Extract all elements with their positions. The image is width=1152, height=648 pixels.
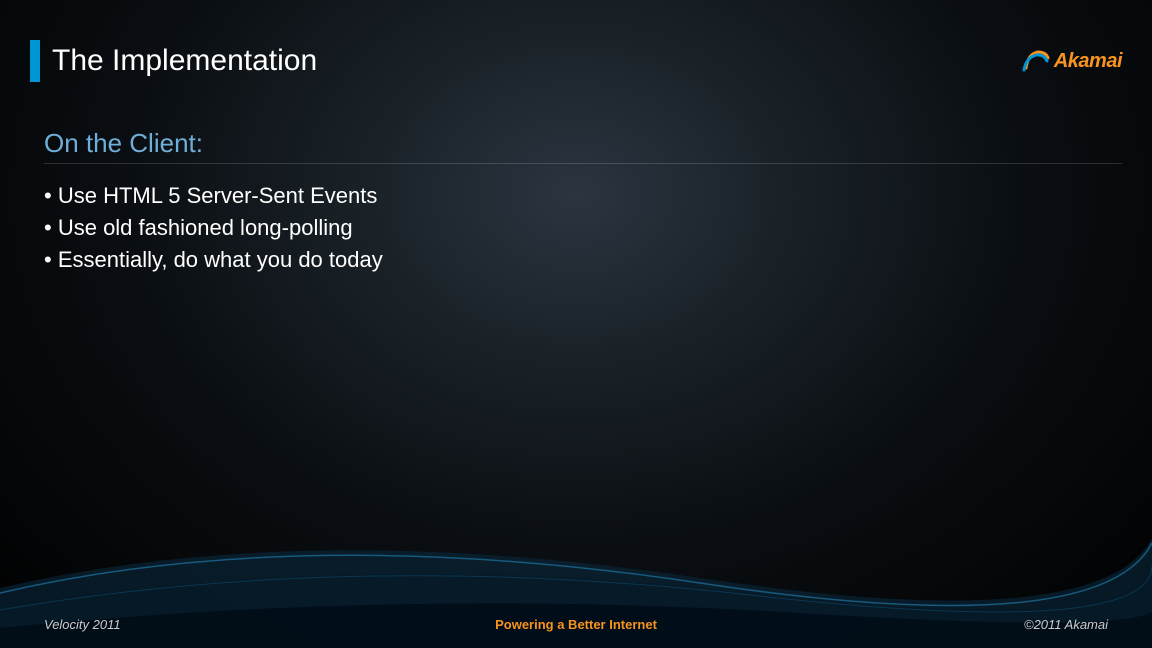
slide-header: The Implementation Akamai [30, 40, 1122, 82]
title-block: The Implementation [30, 40, 317, 82]
slide-footer: Velocity 2011 Powering a Better Internet… [0, 617, 1152, 632]
footer-event: Velocity 2011 [44, 617, 121, 632]
footer-copyright: ©2011 Akamai [1024, 617, 1108, 632]
wave-icon [1022, 48, 1050, 74]
footer-tagline: Powering a Better Internet [495, 617, 657, 632]
content-subtitle: On the Client: [44, 128, 1122, 164]
accent-bar [30, 40, 40, 82]
list-item: Essentially, do what you do today [44, 244, 1122, 276]
slide-content: On the Client: Use HTML 5 Server-Sent Ev… [44, 128, 1122, 276]
bullet-list: Use HTML 5 Server-Sent Events Use old fa… [44, 180, 1122, 276]
akamai-logo: Akamai [1022, 48, 1122, 74]
list-item: Use HTML 5 Server-Sent Events [44, 180, 1122, 212]
logo-text: Akamai [1054, 50, 1122, 73]
list-item: Use old fashioned long-polling [44, 212, 1122, 244]
slide-title: The Implementation [52, 44, 317, 78]
